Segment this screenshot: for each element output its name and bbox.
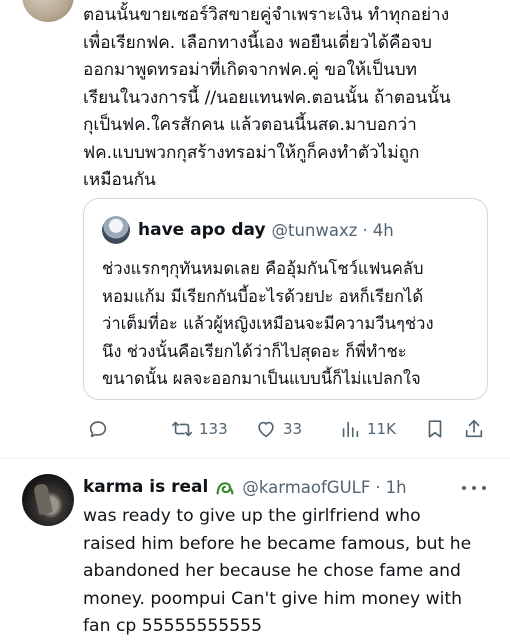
reply-header: karma is real @karmaofGULF · 1h: [83, 474, 407, 500]
more-dot-icon: [462, 486, 466, 490]
more-dot-icon: [482, 486, 486, 490]
green-swirl-icon: [214, 476, 236, 498]
views-button[interactable]: 11K: [339, 414, 396, 444]
retweet-count: 133: [199, 420, 228, 438]
more-dot-icon: [472, 486, 476, 490]
quoted-author-avatar: [102, 216, 130, 244]
reply-button[interactable]: [87, 414, 109, 444]
retweet-icon: [172, 421, 192, 437]
quoted-tweet-card[interactable]: have apo day @tunwaxz · 4h ช่วงแรกๆกุทัน…: [83, 198, 488, 400]
reply-separator: ·: [375, 477, 381, 497]
share-icon: [465, 419, 483, 438]
tweet-action-bar: 133 33 11K: [83, 414, 493, 444]
reply-timestamp[interactable]: 1h: [386, 478, 407, 497]
views-icon: [342, 421, 359, 438]
views-count: 11K: [367, 420, 396, 438]
heart-icon: [258, 421, 274, 438]
quoted-author-handle: @tunwaxz: [271, 220, 358, 240]
share-button[interactable]: [463, 414, 485, 444]
like-count: 33: [283, 420, 303, 438]
quoted-tweet-text: ช่วงแรกๆกุทันหมดเลย คืออุ้มกันโชว์แฟนคลั…: [102, 259, 434, 388]
quoted-tweet-header: have apo day @tunwaxz · 4h: [102, 216, 394, 244]
quoted-author-name: have apo day: [138, 220, 266, 240]
divider: [0, 458, 510, 459]
bookmark-button[interactable]: [424, 414, 446, 444]
reply-icon: [89, 421, 107, 438]
reply-author-name[interactable]: karma is real: [83, 477, 208, 497]
reply-author-handle[interactable]: @karmaofGULF: [242, 478, 370, 497]
more-options-button[interactable]: [462, 479, 486, 497]
bookmark-icon: [428, 420, 442, 438]
retweet-button[interactable]: 133: [171, 414, 228, 444]
tweet-text: ตอนนั้นขายเซอร์วิสขายคู่จำเพราะเงิน ทำทุ…: [83, 5, 451, 190]
quoted-separator: ·: [362, 220, 368, 240]
reply-author-avatar[interactable]: [22, 474, 74, 526]
reply-text: was ready to give up the girlfriend who …: [83, 506, 472, 636]
like-button[interactable]: 33: [255, 414, 302, 444]
quoted-timestamp: 4h: [372, 220, 394, 240]
author-avatar[interactable]: [22, 0, 74, 22]
